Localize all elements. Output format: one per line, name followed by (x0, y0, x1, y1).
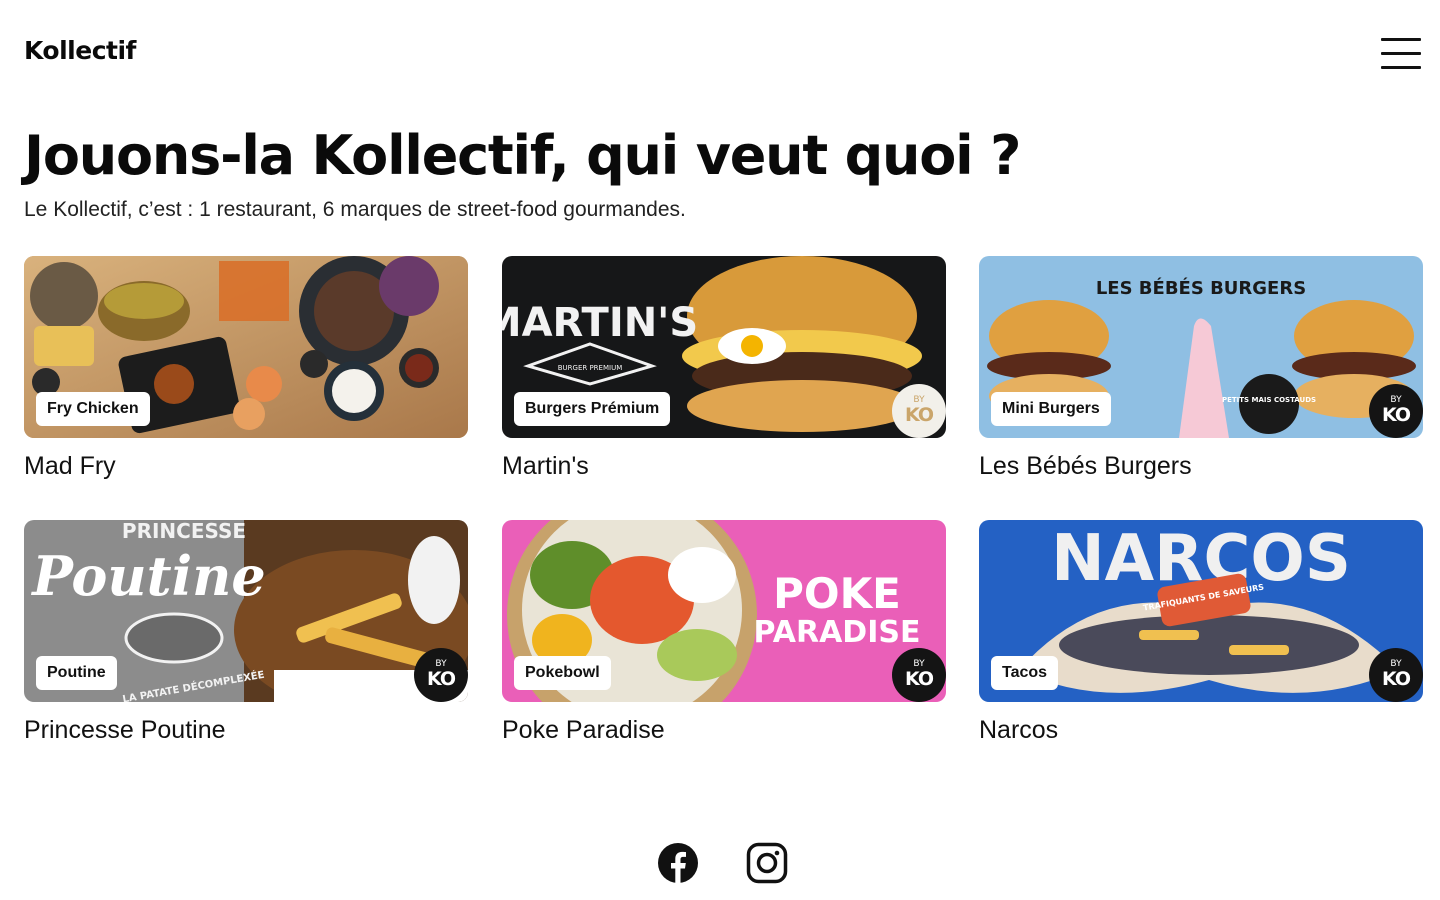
by-ko-badge: BY KO (892, 384, 946, 438)
by-ko-badge: BY KO (414, 648, 468, 702)
page-subtitle: Le Kollectif, c’est : 1 restaurant, 6 ma… (24, 198, 686, 221)
menu-line (1381, 52, 1421, 55)
brand-card-image[interactable]: POKE PARADISE Pokebowl BY KO (502, 520, 946, 702)
brand-card-narcos[interactable]: NARCOS TRAFIQUANTS DE SAVEURS Tacos BY K… (979, 520, 1423, 745)
image-logo-text: PRINCESSE (122, 520, 246, 543)
brand-card-martins[interactable]: MARTIN'S BURGER PREMIUM Burgers Prémium … (502, 256, 946, 481)
image-logo-text-2: PARADISE (754, 615, 921, 650)
category-chip: Burgers Prémium (514, 392, 671, 426)
brand-card-image[interactable]: LES BÉBÉS BURGERS PETITS MAIS COSTAUDS M… (979, 256, 1423, 438)
category-chip: Fry Chicken (36, 392, 150, 426)
brand-name[interactable]: Mad Fry (24, 452, 468, 481)
by-ko-badge: BY KO (1369, 384, 1423, 438)
instagram-icon[interactable] (746, 842, 788, 884)
image-logo-text-2: Poutine (30, 544, 266, 608)
brand-name[interactable]: Martin's (502, 452, 946, 481)
image-logo-subtext: PETITS MAIS COSTAUDS (1222, 396, 1316, 404)
brand-card-mad-fry[interactable]: Fry Chicken Mad Fry (24, 256, 468, 481)
category-chip: Tacos (991, 656, 1059, 690)
brand-card-princesse-poutine[interactable]: PRINCESSE Poutine LA PATATE DÉCOMPLEXÉE … (24, 520, 468, 745)
brand-card-les-bebes-burgers[interactable]: LES BÉBÉS BURGERS PETITS MAIS COSTAUDS M… (979, 256, 1423, 481)
brand-card-image[interactable]: NARCOS TRAFIQUANTS DE SAVEURS Tacos BY K… (979, 520, 1423, 702)
image-logo-text: MARTIN'S (502, 300, 698, 346)
site-header: Kollectif (0, 0, 1440, 100)
category-chip: Poutine (36, 656, 117, 690)
by-ko-badge: BY KO (1369, 648, 1423, 702)
by-ko-badge: BY KO (892, 648, 946, 702)
brand-card-poke-paradise[interactable]: POKE PARADISE Pokebowl BY KO Poke Paradi… (502, 520, 946, 745)
image-logo-subtext: BURGER PREMIUM (558, 364, 623, 372)
facebook-icon[interactable] (657, 842, 699, 884)
brand-name[interactable]: Narcos (979, 716, 1423, 745)
category-chip: Pokebowl (514, 656, 611, 690)
brand-name[interactable]: Les Bébés Burgers (979, 452, 1423, 481)
brand-name[interactable]: Princesse Poutine (24, 716, 468, 745)
category-chip: Mini Burgers (991, 392, 1111, 426)
brand-card-image[interactable]: Fry Chicken (24, 256, 468, 438)
menu-line (1381, 38, 1421, 41)
site-logo[interactable]: Kollectif (24, 36, 136, 65)
image-logo-text: POKE (773, 569, 901, 618)
page-title: Jouons-la Kollectif, qui veut quoi ? (24, 124, 1021, 187)
image-logo-text: LES BÉBÉS BURGERS (1096, 277, 1306, 299)
menu-line (1381, 66, 1421, 69)
brand-card-image[interactable]: PRINCESSE Poutine LA PATATE DÉCOMPLEXÉE … (24, 520, 468, 702)
hamburger-menu-icon[interactable] (1381, 36, 1423, 72)
brand-name[interactable]: Poke Paradise (502, 716, 946, 745)
brand-card-image[interactable]: MARTIN'S BURGER PREMIUM Burgers Prémium … (502, 256, 946, 438)
